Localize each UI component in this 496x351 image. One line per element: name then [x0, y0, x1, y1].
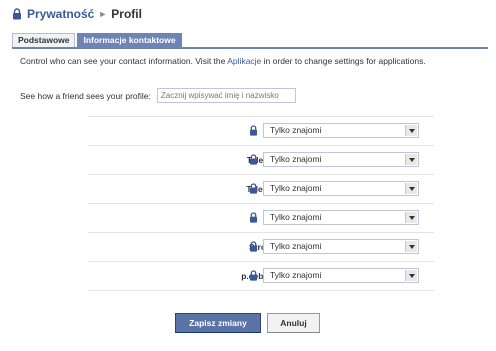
tab-bar: Podstawowe Informacje kontaktowe [12, 32, 488, 49]
dropdown-arrow-icon [405, 270, 417, 281]
profile-preview: See how a friend sees your profile: [20, 87, 296, 104]
dropdown-arrow-icon [405, 183, 417, 194]
setting-row-website: Strona internetowa Tylko znajomi [88, 232, 434, 261]
privacy-select-value: Tylko znajomi [270, 154, 322, 164]
privacy-select-value: Tylko znajomi [270, 212, 322, 222]
breadcrumb-privacy-link[interactable]: Prywatność [27, 7, 94, 21]
privacy-select[interactable]: Tylko znajomi [263, 239, 419, 254]
cancel-button[interactable]: Anuluj [267, 313, 320, 333]
privacy-select[interactable]: Tylko znajomi [263, 123, 419, 138]
setting-row-im: Nazwa IM Tylko znajomi [88, 116, 434, 145]
applications-link[interactable]: Aplikacje [227, 56, 261, 66]
dropdown-arrow-icon [405, 212, 417, 223]
lock-icon [250, 212, 257, 223]
privacy-select[interactable]: Tylko znajomi [263, 181, 419, 196]
setting-row-mobile-phone: Telefon komórkowy Tylko znajomi [88, 145, 434, 174]
friend-name-input[interactable] [156, 88, 296, 103]
description-text-start: Control who can see your contact informa… [20, 56, 228, 66]
privacy-select-value: Tylko znajomi [270, 270, 322, 280]
lock-icon [250, 154, 257, 165]
dropdown-arrow-icon [405, 241, 417, 252]
save-changes-button[interactable]: Zapisz zmiany [175, 313, 261, 333]
lock-icon [250, 125, 257, 136]
lock-icon [250, 183, 257, 194]
setting-row-email: p.cebula@gmail.com Tylko znajomi [88, 261, 434, 291]
privacy-select[interactable]: Tylko znajomi [263, 268, 419, 283]
privacy-select-value: Tylko znajomi [270, 125, 322, 135]
preview-label: See how a friend sees your profile: [20, 90, 151, 101]
contact-description: Control who can see your contact informa… [20, 56, 460, 67]
privacy-select-value: Tylko znajomi [270, 183, 322, 193]
lock-icon [250, 270, 257, 281]
contact-settings-list: Nazwa IM Tylko znajomi Telefon komórkowy… [88, 116, 434, 291]
breadcrumb-separator: ► [98, 9, 108, 19]
dropdown-arrow-icon [405, 125, 417, 136]
setting-row-current-address: Bieżący adres Tylko znajomi [88, 203, 434, 232]
privacy-select[interactable]: Tylko znajomi [263, 152, 419, 167]
privacy-select[interactable]: Tylko znajomi [263, 210, 419, 225]
page-header: Prywatność ► Profil [12, 6, 486, 22]
dropdown-arrow-icon [405, 154, 417, 165]
privacy-select-value: Tylko znajomi [270, 241, 322, 251]
setting-row-landline-phone: Telefon stacjonarny Tylko znajomi [88, 174, 434, 203]
lock-icon [13, 8, 21, 20]
description-text-end: in order to change settings for applicat… [261, 56, 426, 66]
page-title: Profil [111, 7, 142, 21]
tab-basic[interactable]: Podstawowe [12, 33, 76, 47]
tab-contact-info[interactable]: Informacje kontaktowe [77, 33, 182, 47]
lock-icon [250, 241, 257, 252]
